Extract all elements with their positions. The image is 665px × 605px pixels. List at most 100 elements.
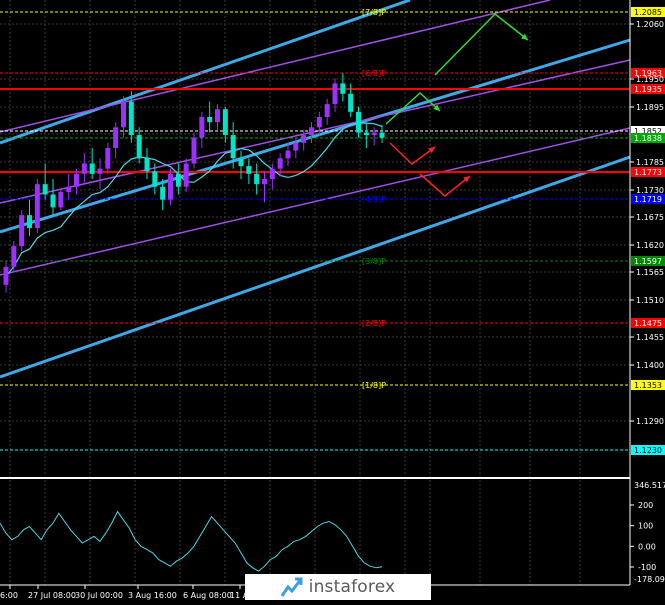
red-arrow-long <box>419 173 471 197</box>
candle-body <box>316 117 322 128</box>
red-arrow-short-head <box>428 147 435 154</box>
price-tick-label: 1.1400 <box>636 361 664 370</box>
candle-body <box>371 132 377 136</box>
price-tick-label: 1.1290 <box>636 417 664 426</box>
indicator-tick-label: 100 <box>638 522 653 531</box>
candle-body <box>215 109 220 123</box>
price-tick-label: 1.1950 <box>636 75 664 84</box>
red-arrow-short <box>389 142 436 165</box>
price-tick-label: 1.2060 <box>636 20 664 29</box>
candle-body <box>269 168 275 179</box>
candle-body <box>168 173 173 200</box>
level-tag-label: [4/8]P <box>362 195 386 204</box>
price-box-label: 1.1597 <box>634 257 662 266</box>
level-tag-label: [6/8]P <box>362 69 386 78</box>
candle-body <box>332 83 338 105</box>
candle-body <box>262 179 267 185</box>
level-tag-label: [7/8]P <box>362 8 386 17</box>
instaforex-watermark: instaforex <box>245 574 431 600</box>
price-tick-label: 1.1565 <box>636 268 664 277</box>
candle-body <box>66 186 72 192</box>
price-box-label: 1.2085 <box>634 8 662 17</box>
candle-body <box>74 173 79 187</box>
price-tick-label: 1.1785 <box>636 158 664 167</box>
price-box-label: 1.1719 <box>634 195 662 204</box>
purple-channel-line <box>0 0 551 133</box>
time-tick-label: 6 Aug 08:00 <box>183 591 232 600</box>
candle-body <box>324 104 330 117</box>
price-box-label: 1.1935 <box>634 85 662 94</box>
candle-body <box>160 186 166 200</box>
candle-body <box>128 101 134 136</box>
candlesticks <box>3 73 385 293</box>
candle-body <box>363 132 369 136</box>
candle-body <box>105 148 111 169</box>
candle-body <box>246 166 252 174</box>
candle-body <box>27 215 32 229</box>
candle-body <box>238 158 244 167</box>
price-tick-label: 1.1455 <box>636 333 664 342</box>
indicator-line <box>0 510 383 572</box>
price-tick-label: 1.1730 <box>636 186 664 195</box>
time-tick-label: 30 Jul 00:00 <box>75 591 123 600</box>
indicator-axis: 346.5175 200 100 0.00 -100 -178.099 <box>630 481 665 584</box>
candle-body <box>254 173 260 185</box>
candle-body <box>58 191 64 208</box>
candle-body <box>97 168 103 174</box>
candle-body <box>42 184 48 195</box>
candle-body <box>285 150 291 159</box>
candle-body <box>191 137 197 164</box>
candle-body <box>340 83 346 94</box>
candle-body <box>230 135 236 159</box>
price-box-label: 1.1773 <box>634 168 662 177</box>
candle-body <box>301 135 307 143</box>
time-axis: 6:00 27 Jul 08:00 30 Jul 00:00 3 Aug 16:00 6… <box>0 585 249 600</box>
candle-body <box>19 215 25 247</box>
blue-channel-line <box>0 0 411 145</box>
indicator-tick-label: 200 <box>638 501 653 510</box>
indicator-top-label: 346.5175 <box>634 481 665 490</box>
candle-body <box>152 171 158 187</box>
candle-body <box>348 93 354 112</box>
price-chart[interactable]: [7/8]P [6/8]P [4/8]P [3/8]P [2/8]P [1/8]P 1.2… <box>0 0 665 605</box>
candle-body <box>183 163 189 187</box>
level-tag-label: [3/8]P <box>362 257 386 266</box>
candle-body <box>144 158 150 172</box>
candle-body <box>222 109 228 136</box>
indicator-bottom-label: -178.099 <box>634 575 665 584</box>
candle-body <box>309 127 314 136</box>
time-tick-label: 27 Jul 08:00 <box>28 591 76 600</box>
candle-body <box>121 101 126 128</box>
price-tick-label: 1.1675 <box>636 213 664 222</box>
candle-body <box>113 127 119 148</box>
green-arrow-long <box>434 12 529 76</box>
level-tag-label: [2/8]P <box>362 319 386 328</box>
level-tag-label: [1/8]P <box>362 381 386 390</box>
candle-body <box>50 194 56 208</box>
candle-body <box>207 117 213 123</box>
candle-body <box>175 173 181 187</box>
candle-body <box>136 135 142 159</box>
candle-body <box>81 163 87 174</box>
candle-body <box>277 158 283 169</box>
price-box-label: 1.1838 <box>634 134 662 143</box>
price-box-label: 1.1353 <box>634 381 662 390</box>
indicator-tick-label: 0.00 <box>638 542 656 551</box>
candle-body <box>199 117 205 138</box>
time-tick-label: 6:00 <box>0 591 18 600</box>
indicator-pane <box>0 510 383 572</box>
price-box-label: 1.1475 <box>634 319 662 328</box>
candle-body <box>89 163 95 174</box>
price-axis: 1.20851.19631.19351.18521.18381.17731.17… <box>630 7 665 455</box>
price-tick-label: 1.1620 <box>636 241 664 250</box>
chart-grid <box>0 0 630 585</box>
price-tick-label: 1.1895 <box>636 103 664 112</box>
price-box-label: 1.1230 <box>634 446 662 455</box>
indicator-tick-label: -100 <box>638 563 656 572</box>
instaforex-logo-icon <box>280 577 303 597</box>
time-tick-label: 3 Aug 16:00 <box>128 591 177 600</box>
candle-body <box>379 132 385 138</box>
candle-body <box>356 111 361 133</box>
candle-body <box>293 142 299 151</box>
candle-body <box>3 266 9 285</box>
